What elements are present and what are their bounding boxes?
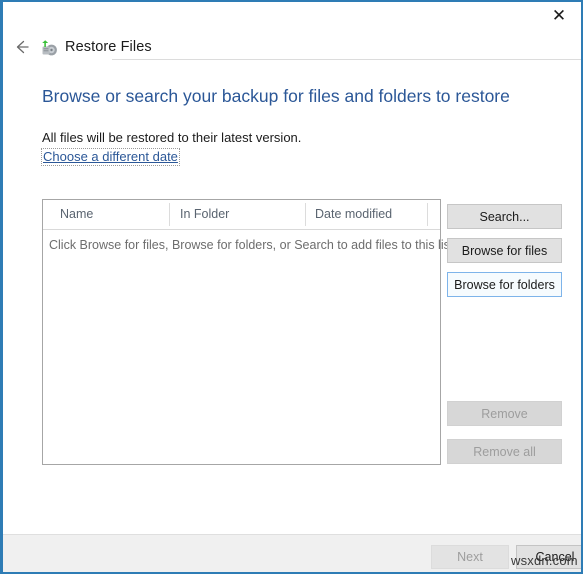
file-list-header: Name In Folder Date modified <box>43 200 440 230</box>
navigation-bar: Restore Files <box>3 31 581 68</box>
window-title: Restore Files <box>65 39 152 55</box>
browse-for-files-button[interactable]: Browse for files <box>447 238 562 263</box>
remove-button[interactable]: Remove <box>447 401 562 426</box>
file-list[interactable]: Name In Folder Date modified Click Brows… <box>42 199 457 465</box>
column-divider[interactable] <box>427 203 428 226</box>
page-title: Browse or search your backup for files a… <box>42 86 510 106</box>
column-header-in-folder[interactable]: In Folder <box>180 207 229 221</box>
cancel-button[interactable]: Cancel <box>516 545 581 569</box>
next-button[interactable]: Next <box>431 545 509 569</box>
browse-for-folders-button[interactable]: Browse for folders <box>447 272 562 297</box>
close-icon: ✕ <box>551 6 567 26</box>
close-button[interactable]: ✕ <box>537 2 581 31</box>
column-divider[interactable] <box>305 203 306 226</box>
choose-different-date-link[interactable]: Choose a different date <box>41 148 180 166</box>
column-divider[interactable] <box>169 203 170 226</box>
column-header-name[interactable]: Name <box>60 207 93 221</box>
restore-version-note: All files will be restored to their late… <box>42 130 302 145</box>
remove-all-button[interactable]: Remove all <box>447 439 562 464</box>
file-list-empty-message: Click Browse for files, Browse for folde… <box>49 238 457 252</box>
back-arrow-icon <box>16 40 29 54</box>
restore-drive-icon <box>42 40 57 56</box>
restore-files-window: ✕ Restore Files Browse or search your ba… <box>0 0 583 574</box>
title-bar: ✕ <box>3 2 581 32</box>
navbar-divider <box>112 59 581 60</box>
footer-bar: Next Cancel <box>3 534 581 572</box>
column-header-date-modified[interactable]: Date modified <box>315 207 392 221</box>
main-content: Browse or search your backup for files a… <box>3 67 581 534</box>
search-button[interactable]: Search... <box>447 204 562 229</box>
back-button[interactable] <box>8 33 36 61</box>
